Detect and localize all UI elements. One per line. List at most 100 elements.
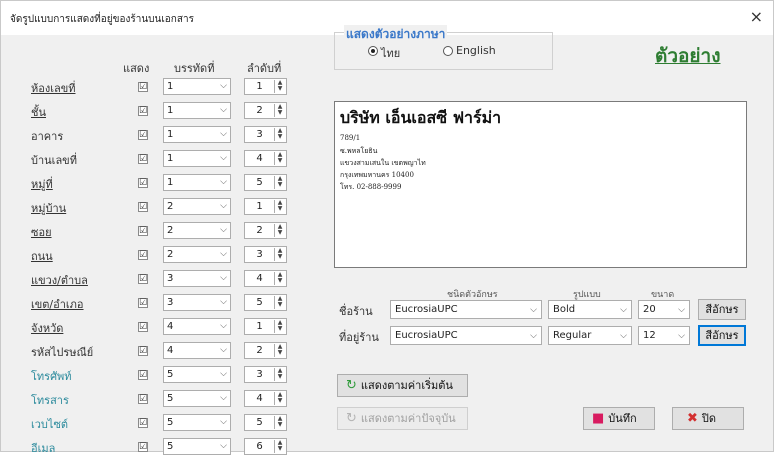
spin-down-icon[interactable]: ▼ [278, 253, 283, 260]
order-spinner[interactable]: 1 ▲ ▼ [244, 78, 287, 95]
spin-down-icon[interactable]: ▼ [278, 205, 283, 212]
spin-down-icon[interactable]: ▼ [278, 301, 283, 308]
show-checkbox[interactable]: ☑ [138, 226, 148, 236]
spinner-buttons[interactable]: ▲ ▼ [274, 152, 285, 165]
spinner-buttons[interactable]: ▲ ▼ [274, 80, 285, 93]
order-spinner[interactable]: 4 ▲ ▼ [244, 150, 287, 167]
spinner-buttons[interactable]: ▲ ▼ [274, 440, 285, 453]
line-select[interactable]: 1 ⌵ [163, 102, 231, 119]
spin-down-icon[interactable]: ▼ [278, 133, 283, 140]
order-spinner[interactable]: 2 ▲ ▼ [244, 342, 287, 359]
order-spinner[interactable]: 3 ▲ ▼ [244, 366, 287, 383]
order-spinner[interactable]: 2 ▲ ▼ [244, 222, 287, 239]
example-link[interactable]: ตัวอย่าง [655, 41, 721, 71]
spinner-buttons[interactable]: ▲ ▼ [274, 392, 285, 405]
spin-down-icon[interactable]: ▼ [278, 445, 283, 452]
spinner-buttons[interactable]: ▲ ▼ [274, 200, 285, 213]
spinner-buttons[interactable]: ▲ ▼ [274, 224, 285, 237]
show-checkbox[interactable]: ☑ [138, 202, 148, 212]
order-spinner[interactable]: 3 ▲ ▼ [244, 246, 287, 263]
spinner-buttons[interactable]: ▲ ▼ [274, 104, 285, 117]
order-spinner[interactable]: 1 ▲ ▼ [244, 318, 287, 335]
show-checkbox[interactable]: ☑ [138, 250, 148, 260]
show-checkbox[interactable]: ☑ [138, 106, 148, 116]
close-button[interactable]: ✖ ปิด [672, 407, 744, 430]
spin-down-icon[interactable]: ▼ [278, 229, 283, 236]
shop-name-color-button[interactable]: สีอักษร [698, 299, 746, 320]
show-current-button[interactable]: ↻ แสดงตามค่าปัจจุบัน [337, 407, 468, 430]
show-checkbox[interactable]: ☑ [138, 418, 148, 428]
spin-down-icon[interactable]: ▼ [278, 421, 283, 428]
order-spinner[interactable]: 1 ▲ ▼ [244, 198, 287, 215]
spin-down-icon[interactable]: ▼ [278, 85, 283, 92]
show-checkbox[interactable]: ☑ [138, 178, 148, 188]
order-spinner[interactable]: 4 ▲ ▼ [244, 390, 287, 407]
spin-down-icon[interactable]: ▼ [278, 109, 283, 116]
line-value: 1 [167, 105, 174, 116]
spin-down-icon[interactable]: ▼ [278, 277, 283, 284]
line-select[interactable]: 5 ⌵ [163, 366, 231, 383]
window-close-button[interactable]: × [750, 8, 763, 26]
show-checkbox[interactable]: ☑ [138, 322, 148, 332]
spin-down-icon[interactable]: ▼ [278, 373, 283, 380]
line-select[interactable]: 5 ⌵ [163, 414, 231, 431]
radio-thai-label[interactable]: ไทย [381, 44, 400, 62]
show-checkbox[interactable]: ☑ [138, 298, 148, 308]
spinner-buttons[interactable]: ▲ ▼ [274, 128, 285, 141]
line-select[interactable]: 1 ⌵ [163, 150, 231, 167]
radio-english[interactable] [443, 46, 453, 56]
line-select[interactable]: 1 ⌵ [163, 126, 231, 143]
radio-english-label[interactable]: English [456, 44, 496, 57]
show-checkbox[interactable]: ☑ [138, 346, 148, 356]
spin-down-icon[interactable]: ▼ [278, 349, 283, 356]
spin-down-icon[interactable]: ▼ [278, 397, 283, 404]
order-spinner[interactable]: 4 ▲ ▼ [244, 270, 287, 287]
shop-name-size-select[interactable]: 20 ⌵ [638, 300, 690, 319]
radio-thai[interactable] [368, 46, 378, 56]
show-checkbox[interactable]: ☑ [138, 130, 148, 140]
show-checkbox[interactable]: ☑ [138, 154, 148, 164]
order-spinner[interactable]: 6 ▲ ▼ [244, 438, 287, 455]
line-select[interactable]: 2 ⌵ [163, 222, 231, 239]
spin-down-icon[interactable]: ▼ [278, 157, 283, 164]
order-spinner[interactable]: 3 ▲ ▼ [244, 126, 287, 143]
spinner-buttons[interactable]: ▲ ▼ [274, 248, 285, 261]
show-checkbox[interactable]: ☑ [138, 370, 148, 380]
save-button[interactable]: ■ บันทึก [583, 407, 655, 430]
order-value: 5 [256, 177, 263, 188]
shop-address-font-select[interactable]: EucrosiaUPC ⌵ [390, 326, 542, 345]
line-select[interactable]: 2 ⌵ [163, 246, 231, 263]
spin-down-icon[interactable]: ▼ [278, 325, 283, 332]
spinner-buttons[interactable]: ▲ ▼ [274, 320, 285, 333]
show-checkbox[interactable]: ☑ [138, 274, 148, 284]
line-select[interactable]: 5 ⌵ [163, 438, 231, 455]
spinner-buttons[interactable]: ▲ ▼ [274, 344, 285, 357]
shop-address-size-select[interactable]: 12 ⌵ [638, 326, 690, 345]
reset-default-button[interactable]: ↻ แสดงตามค่าเริ่มต้น [337, 374, 468, 397]
shop-name-style-select[interactable]: Bold ⌵ [548, 300, 632, 319]
order-spinner[interactable]: 2 ▲ ▼ [244, 102, 287, 119]
show-checkbox[interactable]: ☑ [138, 82, 148, 92]
spinner-buttons[interactable]: ▲ ▼ [274, 296, 285, 309]
show-checkbox[interactable]: ☑ [138, 442, 148, 452]
shop-name-font-select[interactable]: EucrosiaUPC ⌵ [390, 300, 542, 319]
shop-address-style-select[interactable]: Regular ⌵ [548, 326, 632, 345]
spinner-buttons[interactable]: ▲ ▼ [274, 272, 285, 285]
line-select[interactable]: 4 ⌵ [163, 318, 231, 335]
spinner-buttons[interactable]: ▲ ▼ [274, 176, 285, 189]
line-select[interactable]: 1 ⌵ [163, 174, 231, 191]
line-select[interactable]: 3 ⌵ [163, 270, 231, 287]
spinner-buttons[interactable]: ▲ ▼ [274, 416, 285, 429]
shop-address-color-button[interactable]: สีอักษร [698, 325, 746, 346]
order-spinner[interactable]: 5 ▲ ▼ [244, 294, 287, 311]
spin-down-icon[interactable]: ▼ [278, 181, 283, 188]
line-select[interactable]: 1 ⌵ [163, 78, 231, 95]
order-spinner[interactable]: 5 ▲ ▼ [244, 174, 287, 191]
spinner-buttons[interactable]: ▲ ▼ [274, 368, 285, 381]
line-select[interactable]: 4 ⌵ [163, 342, 231, 359]
order-spinner[interactable]: 5 ▲ ▼ [244, 414, 287, 431]
line-select[interactable]: 2 ⌵ [163, 198, 231, 215]
line-select[interactable]: 5 ⌵ [163, 390, 231, 407]
show-checkbox[interactable]: ☑ [138, 394, 148, 404]
line-select[interactable]: 3 ⌵ [163, 294, 231, 311]
